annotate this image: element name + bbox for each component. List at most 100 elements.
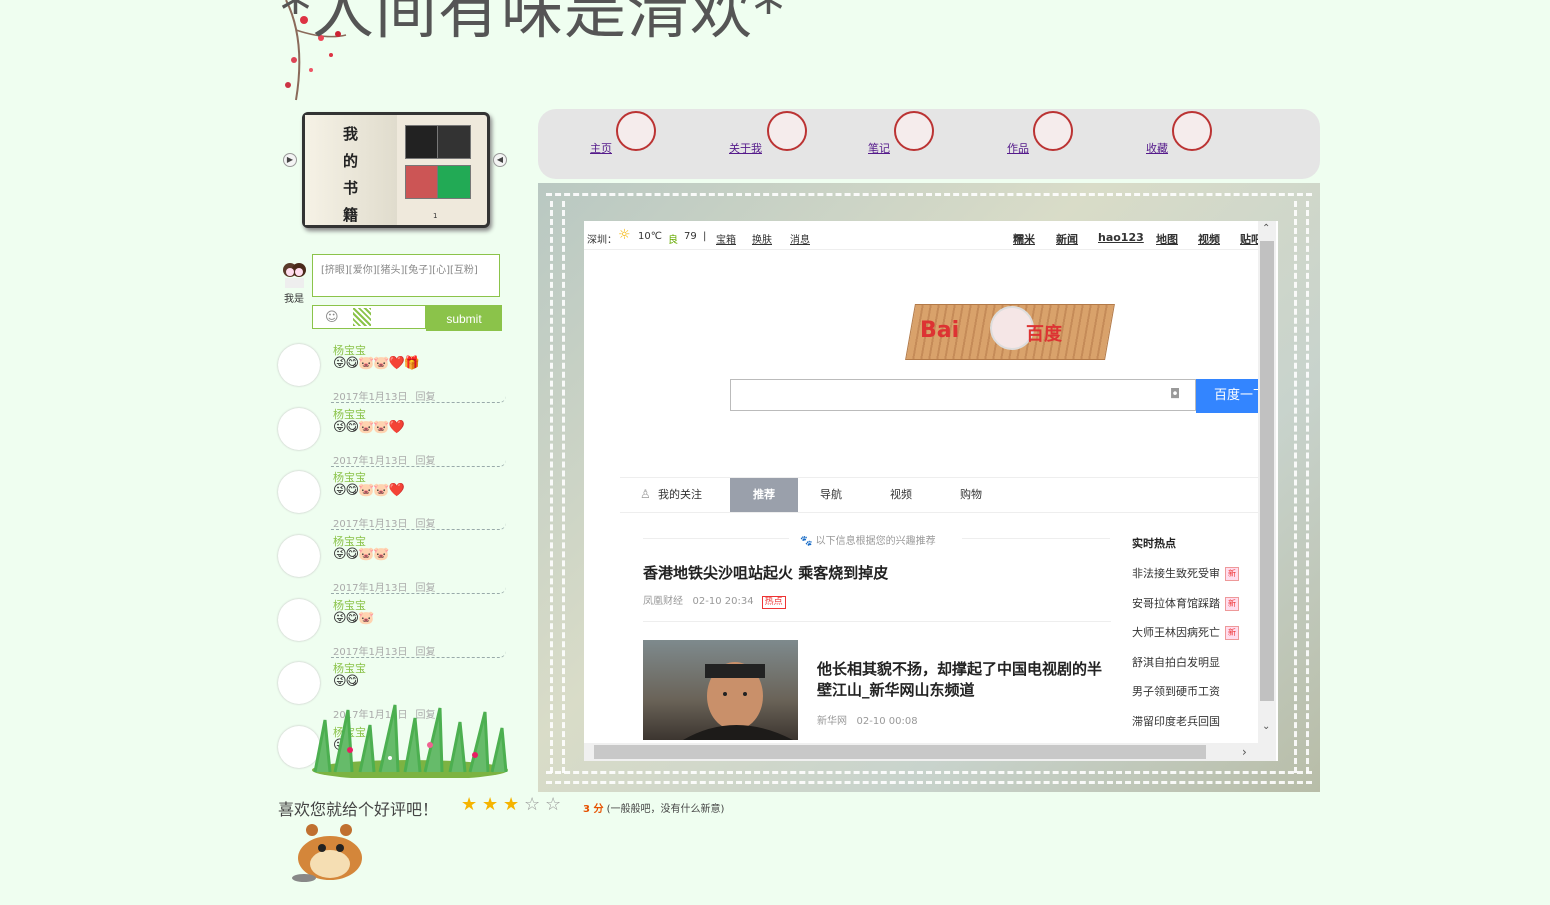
feed-hint-text: 以下信息根据您的兴趣推荐	[815, 536, 936, 547]
topbar-link-hao123[interactable]: hao123	[1098, 231, 1144, 244]
tab-my-follow[interactable]: 我的关注	[658, 478, 702, 512]
stitch-border	[562, 201, 565, 773]
divider	[330, 587, 506, 594]
comment-item: 杨宝宝 😜😋🐷🐷❤️🎁 2017年1月13日 回复	[276, 342, 510, 406]
news-thumbnail[interactable]	[643, 640, 798, 740]
nav-link-home[interactable]: 主页	[590, 140, 612, 156]
baidu-doodle-logo[interactable]: Bai 百度	[892, 258, 1126, 370]
hot-list-item[interactable]: 大师王林因病死亡新	[1132, 624, 1239, 640]
camera-icon[interactable]: ◘	[1170, 388, 1186, 401]
avatar	[278, 599, 320, 641]
book-cover[interactable]	[437, 165, 471, 199]
rating-description: (一般般吧，没有什么新意)	[606, 804, 725, 815]
book-left-page: 我的书籍	[305, 115, 397, 225]
hot-item-label: 男子领到硬币工资	[1132, 685, 1220, 698]
avatar	[283, 263, 306, 288]
embedded-baidu-page[interactable]: 深圳： ☼ 10℃ 良 79 | 宝箱 换肤 消息 糯米 新闻 hao123 地…	[584, 221, 1278, 761]
star-filled-icon[interactable]: ★	[482, 796, 500, 814]
avatar	[278, 408, 320, 450]
comment-input[interactable]: [挤眼][爱你][猪头][兔子][心][互粉]	[312, 254, 500, 297]
comment-emojis: 😜😋🐷	[333, 611, 374, 626]
ink-flower-icon	[894, 111, 934, 151]
search-button[interactable]: 百度一下	[1196, 379, 1266, 413]
temperature: 10℃	[638, 231, 662, 242]
hot-item-label: 舒淇自拍白发明显	[1132, 655, 1220, 669]
news-time: 02-10 20:34	[692, 596, 754, 607]
rating-score: 3 分	[583, 804, 604, 815]
ink-flower-icon	[767, 111, 807, 151]
scroll-down-icon[interactable]: ⌄	[1262, 721, 1270, 732]
submit-button[interactable]: submit	[426, 305, 502, 331]
baidu-topbar: 深圳： ☼ 10℃ 良 79 | 宝箱 换肤 消息 糯米 新闻 hao123 地…	[584, 221, 1262, 250]
hot-list-item[interactable]: 舒淇自拍白发明显	[1132, 654, 1220, 670]
hot-list-title: 实时热点	[1132, 537, 1176, 550]
nav-link-notes[interactable]: 笔记	[868, 140, 890, 156]
topbar-link-messages[interactable]: 消息	[790, 231, 810, 246]
hot-list-item[interactable]: 滞留印度老兵回国	[1132, 713, 1220, 729]
book-prev-button[interactable]: ◀	[493, 153, 507, 167]
avatar	[278, 535, 320, 577]
user-icon: ♙	[640, 487, 651, 501]
book-cover[interactable]	[437, 125, 471, 159]
topbar-link-treasure[interactable]: 宝箱	[716, 231, 736, 246]
scroll-right-icon[interactable]: ›	[1242, 745, 1247, 759]
feed-tabs: ♙ 我的关注 推荐 导航 视频 购物	[620, 477, 1258, 513]
tab-shopping[interactable]: 购物	[960, 478, 982, 512]
comment-emojis: 😜😋🐷🐷❤️	[333, 483, 405, 498]
star-filled-icon[interactable]: ★	[503, 796, 521, 814]
hot-item-label: 大师王林因病死亡	[1132, 626, 1220, 639]
new-badge: 新	[1225, 596, 1239, 611]
scroll-left-icon[interactable]: ‹	[584, 745, 585, 759]
topbar-link-skin[interactable]: 换肤	[752, 231, 772, 246]
news-title[interactable]: 香港地铁尖沙咀站起火 乘客烧到掉皮	[643, 563, 1103, 584]
site-title: *人间有味是清欢*	[280, 0, 786, 47]
nav-link-works[interactable]: 作品	[1007, 140, 1029, 156]
star-filled-icon[interactable]: ★	[461, 796, 479, 814]
current-user-label: 我是	[284, 294, 304, 305]
hot-list-item[interactable]: 非法接生致死受审新	[1132, 565, 1239, 581]
book-next-button[interactable]: ▶	[283, 153, 297, 167]
tab-video[interactable]: 视频	[890, 478, 912, 512]
topbar-link-news[interactable]: 新闻	[1056, 231, 1078, 247]
scroll-up-icon[interactable]: ⌃	[1262, 223, 1270, 234]
divider	[330, 651, 506, 658]
hot-item-label: 非法接生致死受审	[1132, 567, 1220, 580]
topbar-link-nuomi[interactable]: 糯米	[1013, 231, 1035, 247]
hot-list-item[interactable]: 男子领到硬币工资	[1132, 683, 1220, 699]
vertical-scroll-thumb[interactable]	[1260, 241, 1274, 701]
image-icon[interactable]	[353, 308, 371, 326]
stitch-border	[550, 201, 553, 773]
search-input[interactable]	[730, 379, 1196, 411]
topbar-link-video[interactable]: 视频	[1198, 231, 1220, 247]
divider	[962, 538, 1110, 539]
topbar-link-map[interactable]: 地图	[1156, 231, 1178, 247]
smiley-icon[interactable]: ☺	[325, 310, 339, 325]
nav-link-favorites[interactable]: 收藏	[1146, 140, 1168, 156]
divider	[330, 396, 506, 403]
star-empty-icon[interactable]: ☆	[545, 796, 563, 814]
nav-link-about[interactable]: 关于我	[729, 140, 762, 156]
rating-text: 3 分 (一般般吧，没有什么新意)	[583, 800, 724, 815]
hamster-mascot	[292, 824, 362, 882]
portrait-photo	[683, 662, 793, 740]
news-title[interactable]: 他长相其貌不扬，却撑起了中国电视剧的半壁江山_新华网山东频道	[817, 659, 1107, 701]
comment-emojis: 😜😋🐷🐷	[333, 547, 389, 562]
tab-navigation[interactable]: 导航	[820, 478, 842, 512]
aqi-value: 79	[684, 231, 697, 242]
star-empty-icon[interactable]: ☆	[524, 796, 542, 814]
hot-list-item[interactable]: 安哥拉体育馆踩踏新	[1132, 595, 1239, 611]
separator: |	[703, 231, 707, 242]
hot-badge: 热点	[761, 596, 786, 609]
comment-item: 杨宝宝 😜😋🐷🐷❤️ 2017年1月13日 回复	[276, 469, 510, 533]
avatar	[278, 471, 320, 513]
city-label: 深圳：	[587, 235, 617, 246]
tab-recommend[interactable]: 推荐	[730, 478, 798, 512]
bookshelf-widget[interactable]: 我的书籍 1	[302, 112, 490, 228]
stitch-border	[546, 781, 1312, 784]
new-badge: 新	[1225, 626, 1239, 640]
news-time: 02-10 00:08	[856, 716, 918, 727]
book-cover[interactable]	[405, 125, 439, 159]
horizontal-scroll-thumb[interactable]	[594, 745, 1206, 759]
main-nav: 主页 关于我 笔记 作品 收藏	[538, 109, 1320, 179]
book-cover[interactable]	[405, 165, 439, 199]
